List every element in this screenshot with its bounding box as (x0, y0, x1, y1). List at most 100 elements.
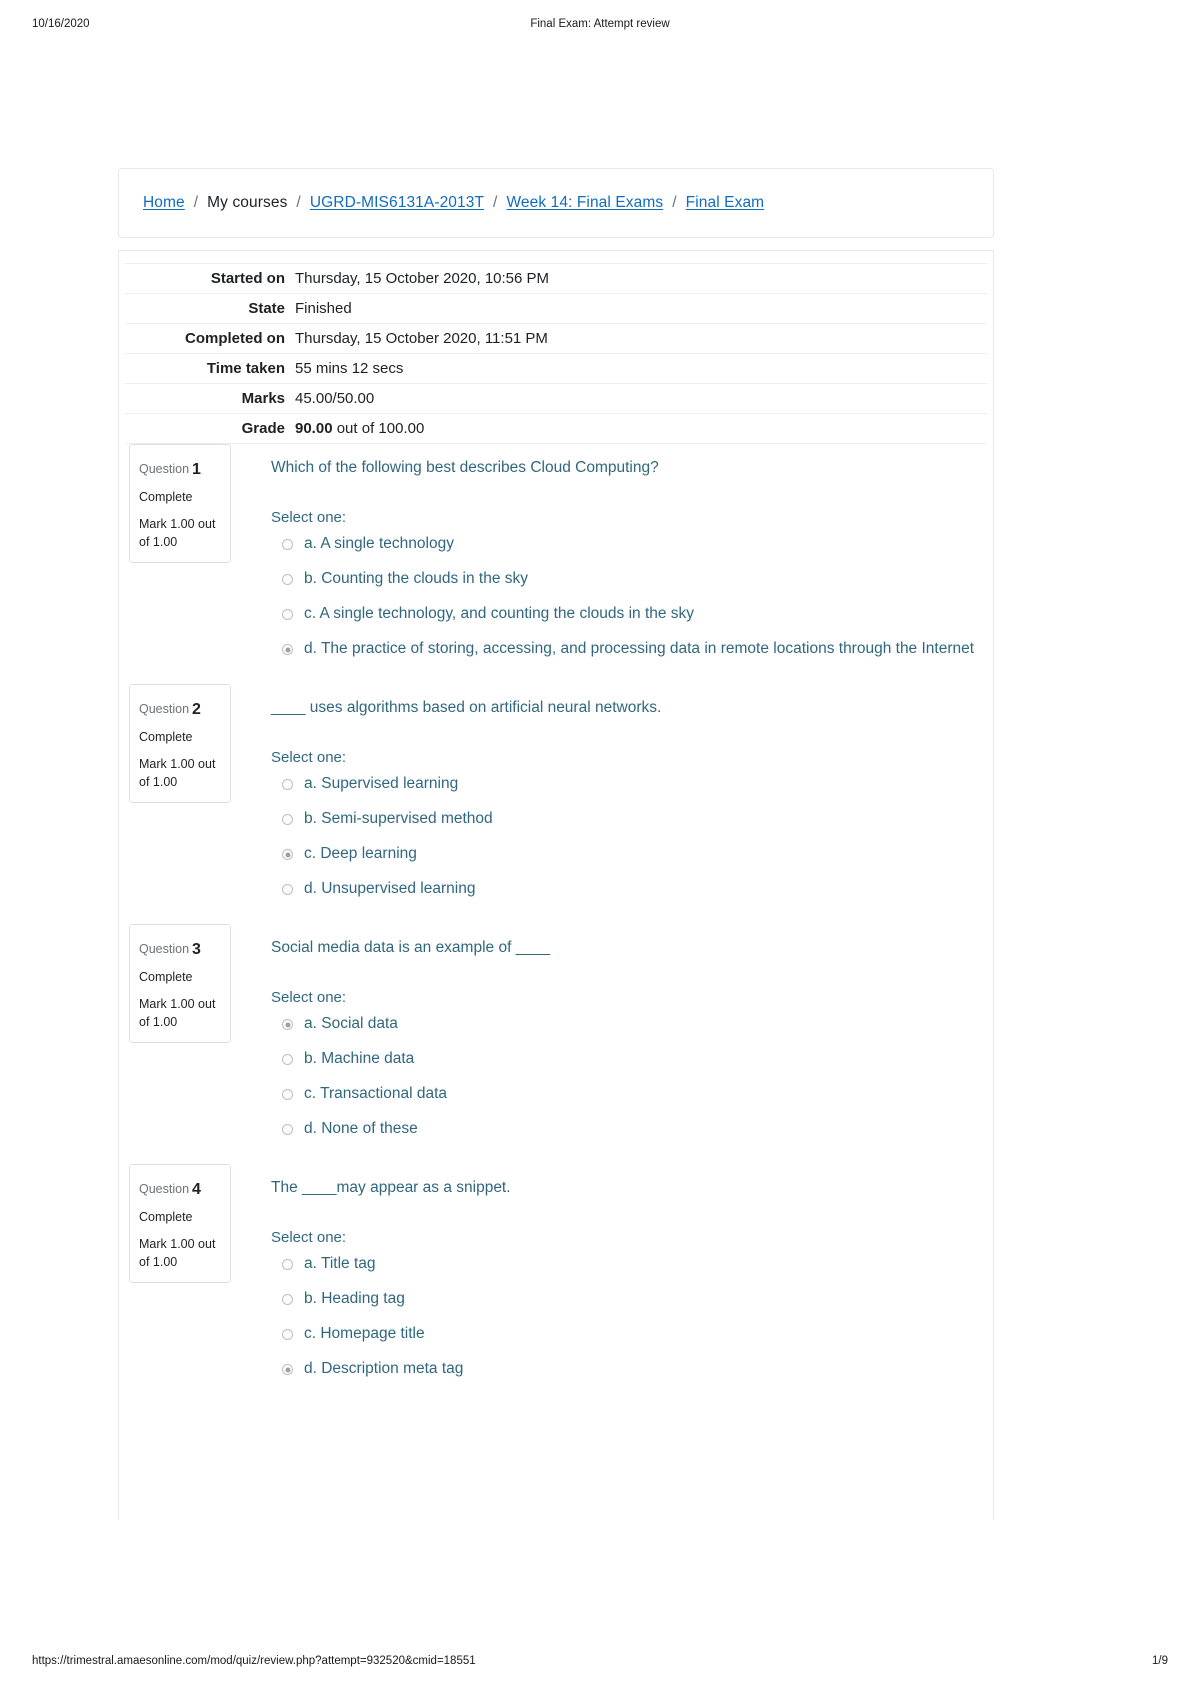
breadcrumb-separator: / (296, 194, 301, 211)
summary-label: Started on (210, 270, 285, 287)
question-state: Complete (139, 970, 193, 985)
print-footer-page: 1/9 (1152, 1655, 1168, 1667)
grade-score: 90.00 (295, 420, 333, 437)
answer-option[interactable]: d. Description meta tag (271, 1359, 987, 1380)
radio-selected-icon[interactable] (282, 1019, 293, 1031)
answer-option[interactable]: d. Unsupervised learning (271, 879, 987, 900)
summary-row-grade: Grade 90.00 out of 100.00 (125, 413, 987, 444)
radio-unselected-icon[interactable] (282, 1259, 293, 1271)
select-one-label: Select one: (271, 749, 347, 767)
summary-value: Thursday, 15 October 2020, 11:51 PM (295, 330, 548, 347)
question-state: Complete (139, 490, 193, 505)
summary-value-grade: 90.00 out of 100.00 (295, 414, 987, 444)
answer-option[interactable]: b. Semi-supervised method (271, 809, 987, 830)
question-state: Complete (139, 730, 193, 745)
question-number-line: Question 3 (139, 934, 221, 965)
breadcrumb: Home / My courses / UGRD-MIS6131A-2013T / Week… (143, 194, 764, 212)
question-number-line: Question 4 (139, 1174, 221, 1205)
question-block: Question 2 Complete Mark 1.00 out of 1.00 __… (125, 684, 987, 924)
question-info-box: Question 2 Complete Mark 1.00 out of 1.00 (129, 684, 231, 803)
answer-option-label: d. Description meta tag (304, 1360, 464, 1378)
question-info-box: Question 1 Complete Mark 1.00 out of 1.00 (129, 444, 231, 563)
select-one-label: Select one: (271, 509, 347, 527)
answer-option[interactable]: b. Heading tag (271, 1289, 987, 1310)
question-block: Question 1 Complete Mark 1.00 out of 1.00 Wh… (125, 444, 987, 684)
radio-selected-icon[interactable] (282, 1364, 293, 1376)
answer-option[interactable]: d. The practice of storing, accessing, a… (271, 639, 987, 660)
radio-unselected-icon[interactable] (282, 1054, 293, 1066)
answer-option-label: d. The practice of storing, accessing, a… (304, 640, 975, 658)
question-text: ____ uses algorithms based on artificial… (271, 699, 662, 716)
answer-option-list: a. Supervised learning b. Semi-supervised… (271, 774, 987, 900)
summary-value: Thursday, 15 October 2020, 10:56 PM (295, 270, 550, 287)
radio-selected-icon[interactable] (282, 849, 293, 861)
breadcrumb-item-home[interactable]: Home (143, 194, 185, 211)
summary-label: Completed on (185, 330, 285, 347)
answer-option-label: c. Deep learning (304, 845, 417, 863)
question-text: Social media data is an example of ____ (271, 939, 551, 956)
summary-label-grade: Grade (241, 420, 285, 437)
summary-value: 55 mins 12 secs (295, 360, 404, 377)
radio-unselected-icon[interactable] (282, 574, 293, 586)
summary-label: Marks (241, 390, 285, 407)
answer-option[interactable]: b. Counting the clouds in the sky (271, 569, 987, 590)
radio-unselected-icon[interactable] (282, 779, 293, 791)
quiz-review-card: Started on Thursday, 15 October 2020, 10:… (118, 250, 994, 1520)
answer-option-label: a. Title tag (304, 1255, 376, 1273)
answer-option-label: c. Homepage title (304, 1325, 425, 1343)
radio-unselected-icon[interactable] (282, 1329, 293, 1341)
answer-option[interactable]: a. Social data (271, 1014, 987, 1035)
radio-unselected-icon[interactable] (282, 1089, 293, 1101)
answer-option[interactable]: b. Machine data (271, 1049, 987, 1070)
answer-option[interactable]: c. Transactional data (271, 1084, 987, 1105)
answer-option[interactable]: c. A single technology, and counting the… (271, 604, 987, 625)
select-one-label: Select one: (271, 1229, 347, 1247)
answer-option[interactable]: a. Title tag (271, 1254, 987, 1275)
question-block: Question 4 Complete Mark 1.00 out of 1.00 Th… (125, 1164, 987, 1404)
question-number-label: Question (139, 942, 190, 956)
print-header: 10/16/2020 Final Exam: Attempt review (0, 18, 1200, 34)
breadcrumb-separator: / (493, 194, 498, 211)
question-block: Question 3 Complete Mark 1.00 out of 1.00 So… (125, 924, 987, 1164)
radio-unselected-icon[interactable] (282, 609, 293, 621)
breadcrumb-item-ugrd-mis6131a-2013t[interactable]: UGRD-MIS6131A-2013T (310, 194, 484, 211)
answer-option-label: a. Social data (304, 1015, 398, 1033)
question-text: The ____may appear as a snippet. (271, 1179, 511, 1196)
question-number: 4 (192, 1181, 201, 1198)
answer-option-label: d. Unsupervised learning (304, 880, 476, 898)
answer-option-label: b. Semi-supervised method (304, 810, 493, 828)
answer-option[interactable]: c. Homepage title (271, 1324, 987, 1345)
radio-selected-icon[interactable] (282, 644, 293, 656)
grade-outof: out of 100.00 (332, 420, 425, 437)
question-info-box: Question 4 Complete Mark 1.00 out of 1.00 (129, 1164, 231, 1283)
breadcrumb-card: Home / My courses / UGRD-MIS6131A-2013T / Week… (118, 168, 994, 238)
radio-unselected-icon[interactable] (282, 814, 293, 826)
radio-unselected-icon[interactable] (282, 539, 293, 551)
question-mark: Mark 1.00 out of 1.00 (139, 756, 216, 789)
answer-option[interactable]: a. A single technology (271, 534, 987, 555)
breadcrumb-separator: / (672, 194, 677, 211)
summary-label: State (248, 300, 285, 317)
question-text: Which of the following best describes Cl… (271, 459, 659, 476)
radio-unselected-icon[interactable] (282, 884, 293, 896)
radio-unselected-icon[interactable] (282, 1294, 293, 1306)
breadcrumb-item-week-14-final-exams[interactable]: Week 14: Final Exams (506, 194, 663, 211)
question-number-line: Question 2 (139, 694, 221, 725)
question-mark: Mark 1.00 out of 1.00 (139, 1236, 216, 1269)
answer-option[interactable]: d. None of these (271, 1119, 987, 1140)
question-number: 2 (192, 701, 201, 718)
page-wrapper: Home / My courses / UGRD-MIS6131A-2013T / Week… (118, 168, 994, 1520)
questions-container: Question 1 Complete Mark 1.00 out of 1.00 Wh… (119, 444, 993, 1404)
answer-option[interactable]: a. Supervised learning (271, 774, 987, 795)
question-mark: Mark 1.00 out of 1.00 (139, 516, 216, 549)
breadcrumb-item-final-exam[interactable]: Final Exam (686, 194, 765, 211)
summary-value: 45.00/50.00 (295, 390, 375, 407)
answer-option[interactable]: c. Deep learning (271, 844, 987, 865)
select-one-label: Select one: (271, 989, 347, 1007)
answer-option-label: b. Machine data (304, 1050, 415, 1068)
print-footer-url: https://trimestral.amaesonline.com/mod/q… (32, 1655, 476, 1667)
question-number-label: Question (139, 1182, 190, 1196)
radio-unselected-icon[interactable] (282, 1124, 293, 1136)
question-body: Which of the following best describes Cl… (271, 444, 987, 660)
question-number: 3 (192, 941, 201, 958)
